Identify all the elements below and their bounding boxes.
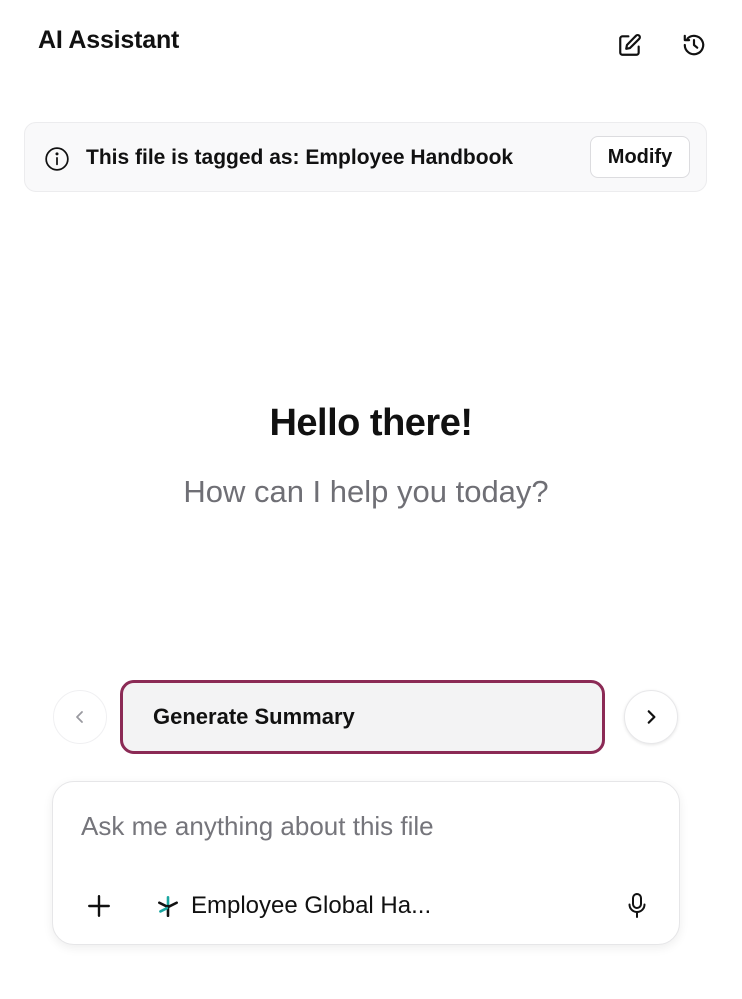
microphone-icon	[628, 893, 646, 918]
plus-icon	[88, 895, 110, 917]
voice-input-button[interactable]	[625, 891, 649, 921]
modify-tag-button[interactable]: Modify	[590, 136, 690, 178]
history-icon	[683, 34, 705, 56]
file-tag-banner: This file is tagged as: Employee Handboo…	[24, 122, 707, 192]
edit-icon	[619, 34, 641, 56]
info-icon	[45, 147, 69, 171]
suggestions-prev-button[interactable]	[53, 690, 107, 744]
chevron-right-icon	[647, 710, 656, 724]
history-button[interactable]	[677, 28, 711, 62]
app-title: AI Assistant	[38, 26, 180, 54]
new-chat-button[interactable]	[613, 28, 647, 62]
chevron-left-icon	[76, 711, 83, 723]
greeting-subtitle: How can I help you today?	[183, 474, 549, 509]
chat-input[interactable]	[81, 806, 641, 846]
suggestion-generate-summary[interactable]: Generate Summary	[120, 680, 605, 754]
greeting-heading: Hello there!	[269, 402, 473, 444]
attached-file-chip[interactable]: Employee Global Ha...	[155, 888, 431, 924]
file-brand-icon	[158, 896, 178, 918]
file-tag-text: This file is tagged as: Employee Handboo…	[86, 146, 514, 169]
attached-file-name: Employee Global Ha...	[191, 892, 432, 919]
chat-composer: Employee Global Ha...	[52, 781, 680, 945]
add-attachment-button[interactable]	[85, 892, 113, 920]
suggestions-next-button[interactable]	[624, 690, 678, 744]
